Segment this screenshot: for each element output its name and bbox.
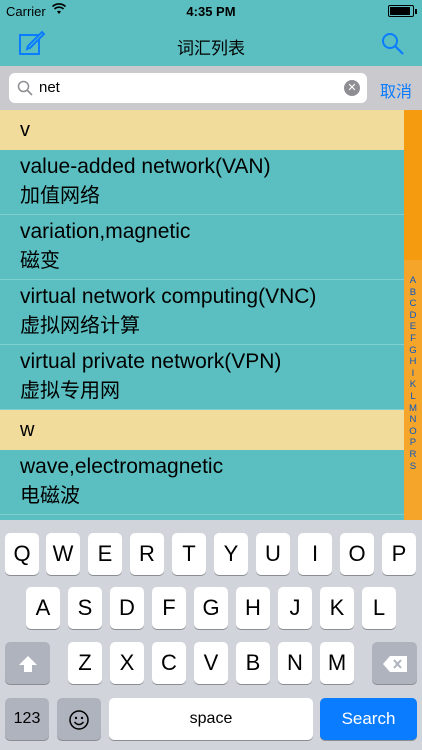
cancel-button[interactable]: 取消 <box>380 78 412 102</box>
key-t[interactable]: T <box>172 533 206 575</box>
clock: 4:35 PM <box>186 4 236 19</box>
index-letter[interactable]: P <box>404 437 422 449</box>
index-letter[interactable]: C <box>404 298 422 310</box>
key-k[interactable]: K <box>320 587 354 629</box>
key-d[interactable]: D <box>110 587 144 629</box>
section-index-bar[interactable]: A B C D E F G H I K L M N O P R S <box>404 110 422 520</box>
key-r[interactable]: R <box>130 533 164 575</box>
index-letter[interactable]: H <box>404 356 422 368</box>
key-y[interactable]: Y <box>214 533 248 575</box>
term-english: value-added network(VAN) <box>20 155 271 178</box>
list-item[interactable]: virtual private network(VPN) 虚拟专用网 <box>0 345 404 410</box>
shift-button[interactable] <box>5 642 50 684</box>
nav-bar: 词汇列表 <box>0 22 422 66</box>
index-highlight <box>404 110 422 260</box>
list-item[interactable]: variation,magnetic 磁变 <box>0 215 404 280</box>
key-l[interactable]: L <box>362 587 396 629</box>
index-letter[interactable]: E <box>404 321 422 333</box>
term-english: virtual network computing(VNC) <box>20 285 317 308</box>
index-letter[interactable]: O <box>404 426 422 438</box>
index-letter[interactable]: N <box>404 414 422 426</box>
clear-search-icon[interactable]: ✕ <box>344 80 360 96</box>
search-icon[interactable] <box>380 31 406 57</box>
index-letter[interactable]: R <box>404 449 422 461</box>
key-w[interactable]: W <box>46 533 80 575</box>
key-u[interactable]: U <box>256 533 290 575</box>
space-bar[interactable]: space <box>109 698 313 740</box>
key-v[interactable]: V <box>194 642 228 684</box>
term-chinese: 加值网络 <box>20 183 100 207</box>
index-letter[interactable]: A <box>404 275 422 287</box>
index-letters: A B C D E F G H I K L M N O P R S <box>404 275 422 472</box>
index-letter[interactable]: S <box>404 461 422 473</box>
key-j[interactable]: J <box>278 587 312 629</box>
key-z[interactable]: Z <box>68 642 102 684</box>
term-english: wave,electromagnetic <box>20 455 224 478</box>
key-s[interactable]: S <box>68 587 102 629</box>
emoji-icon <box>68 706 90 731</box>
key-q[interactable]: Q <box>5 533 39 575</box>
magnifier-icon <box>17 80 33 96</box>
index-letter[interactable]: G <box>404 345 422 357</box>
key-b[interactable]: B <box>236 642 270 684</box>
index-letter[interactable]: F <box>404 333 422 345</box>
section-header-w: w <box>0 410 404 450</box>
numbers-button[interactable]: 123 <box>5 698 49 740</box>
search-query: net <box>39 79 60 96</box>
delete-icon <box>382 650 408 675</box>
key-h[interactable]: H <box>236 587 270 629</box>
term-chinese: 电磁波 <box>20 483 80 507</box>
keyboard: Q W E R T Y U I O P A S D F G H J K L Z … <box>0 520 422 750</box>
key-p[interactable]: P <box>382 533 416 575</box>
term-chinese: 磁变 <box>20 248 60 272</box>
key-m[interactable]: M <box>320 642 354 684</box>
key-i[interactable]: I <box>298 533 332 575</box>
key-o[interactable]: O <box>340 533 374 575</box>
section-header-v: v <box>0 110 404 150</box>
search-button[interactable]: Search <box>320 698 417 740</box>
list-item[interactable]: wave,electromagnetic 电磁波 <box>0 450 404 515</box>
status-bar: Carrier 4:35 PM <box>0 0 422 22</box>
index-letter[interactable]: L <box>404 391 422 403</box>
battery-icon <box>388 5 417 17</box>
vocabulary-list: v value-added network(VAN) 加值网络 variatio… <box>0 110 404 520</box>
term-chinese: 虚拟专用网 <box>20 378 120 402</box>
key-x[interactable]: X <box>110 642 144 684</box>
index-letter[interactable]: B <box>404 287 422 299</box>
key-a[interactable]: A <box>26 587 60 629</box>
delete-button[interactable] <box>372 642 417 684</box>
term-english: virtual private network(VPN) <box>20 350 282 373</box>
list-item[interactable]: virtual network computing(VNC) 虚拟网络计算 <box>0 280 404 345</box>
search-input[interactable]: net ✕ <box>9 73 367 103</box>
key-f[interactable]: F <box>152 587 186 629</box>
search-bar: net ✕ 取消 <box>0 66 422 110</box>
index-letter[interactable]: D <box>404 310 422 322</box>
key-e[interactable]: E <box>88 533 122 575</box>
emoji-button[interactable] <box>57 698 101 740</box>
shift-icon <box>18 650 38 675</box>
list-item[interactable]: value-added network(VAN) 加值网络 <box>0 150 404 215</box>
index-letter[interactable]: K <box>404 379 422 391</box>
term-english: variation,magnetic <box>20 220 191 243</box>
index-letter[interactable]: I <box>404 368 422 380</box>
index-letter[interactable]: M <box>404 403 422 415</box>
battery-fill <box>390 7 410 15</box>
key-n[interactable]: N <box>278 642 312 684</box>
term-chinese: 虚拟网络计算 <box>20 313 140 337</box>
page-title: 词汇列表 <box>177 39 245 58</box>
key-g[interactable]: G <box>194 587 228 629</box>
key-c[interactable]: C <box>152 642 186 684</box>
